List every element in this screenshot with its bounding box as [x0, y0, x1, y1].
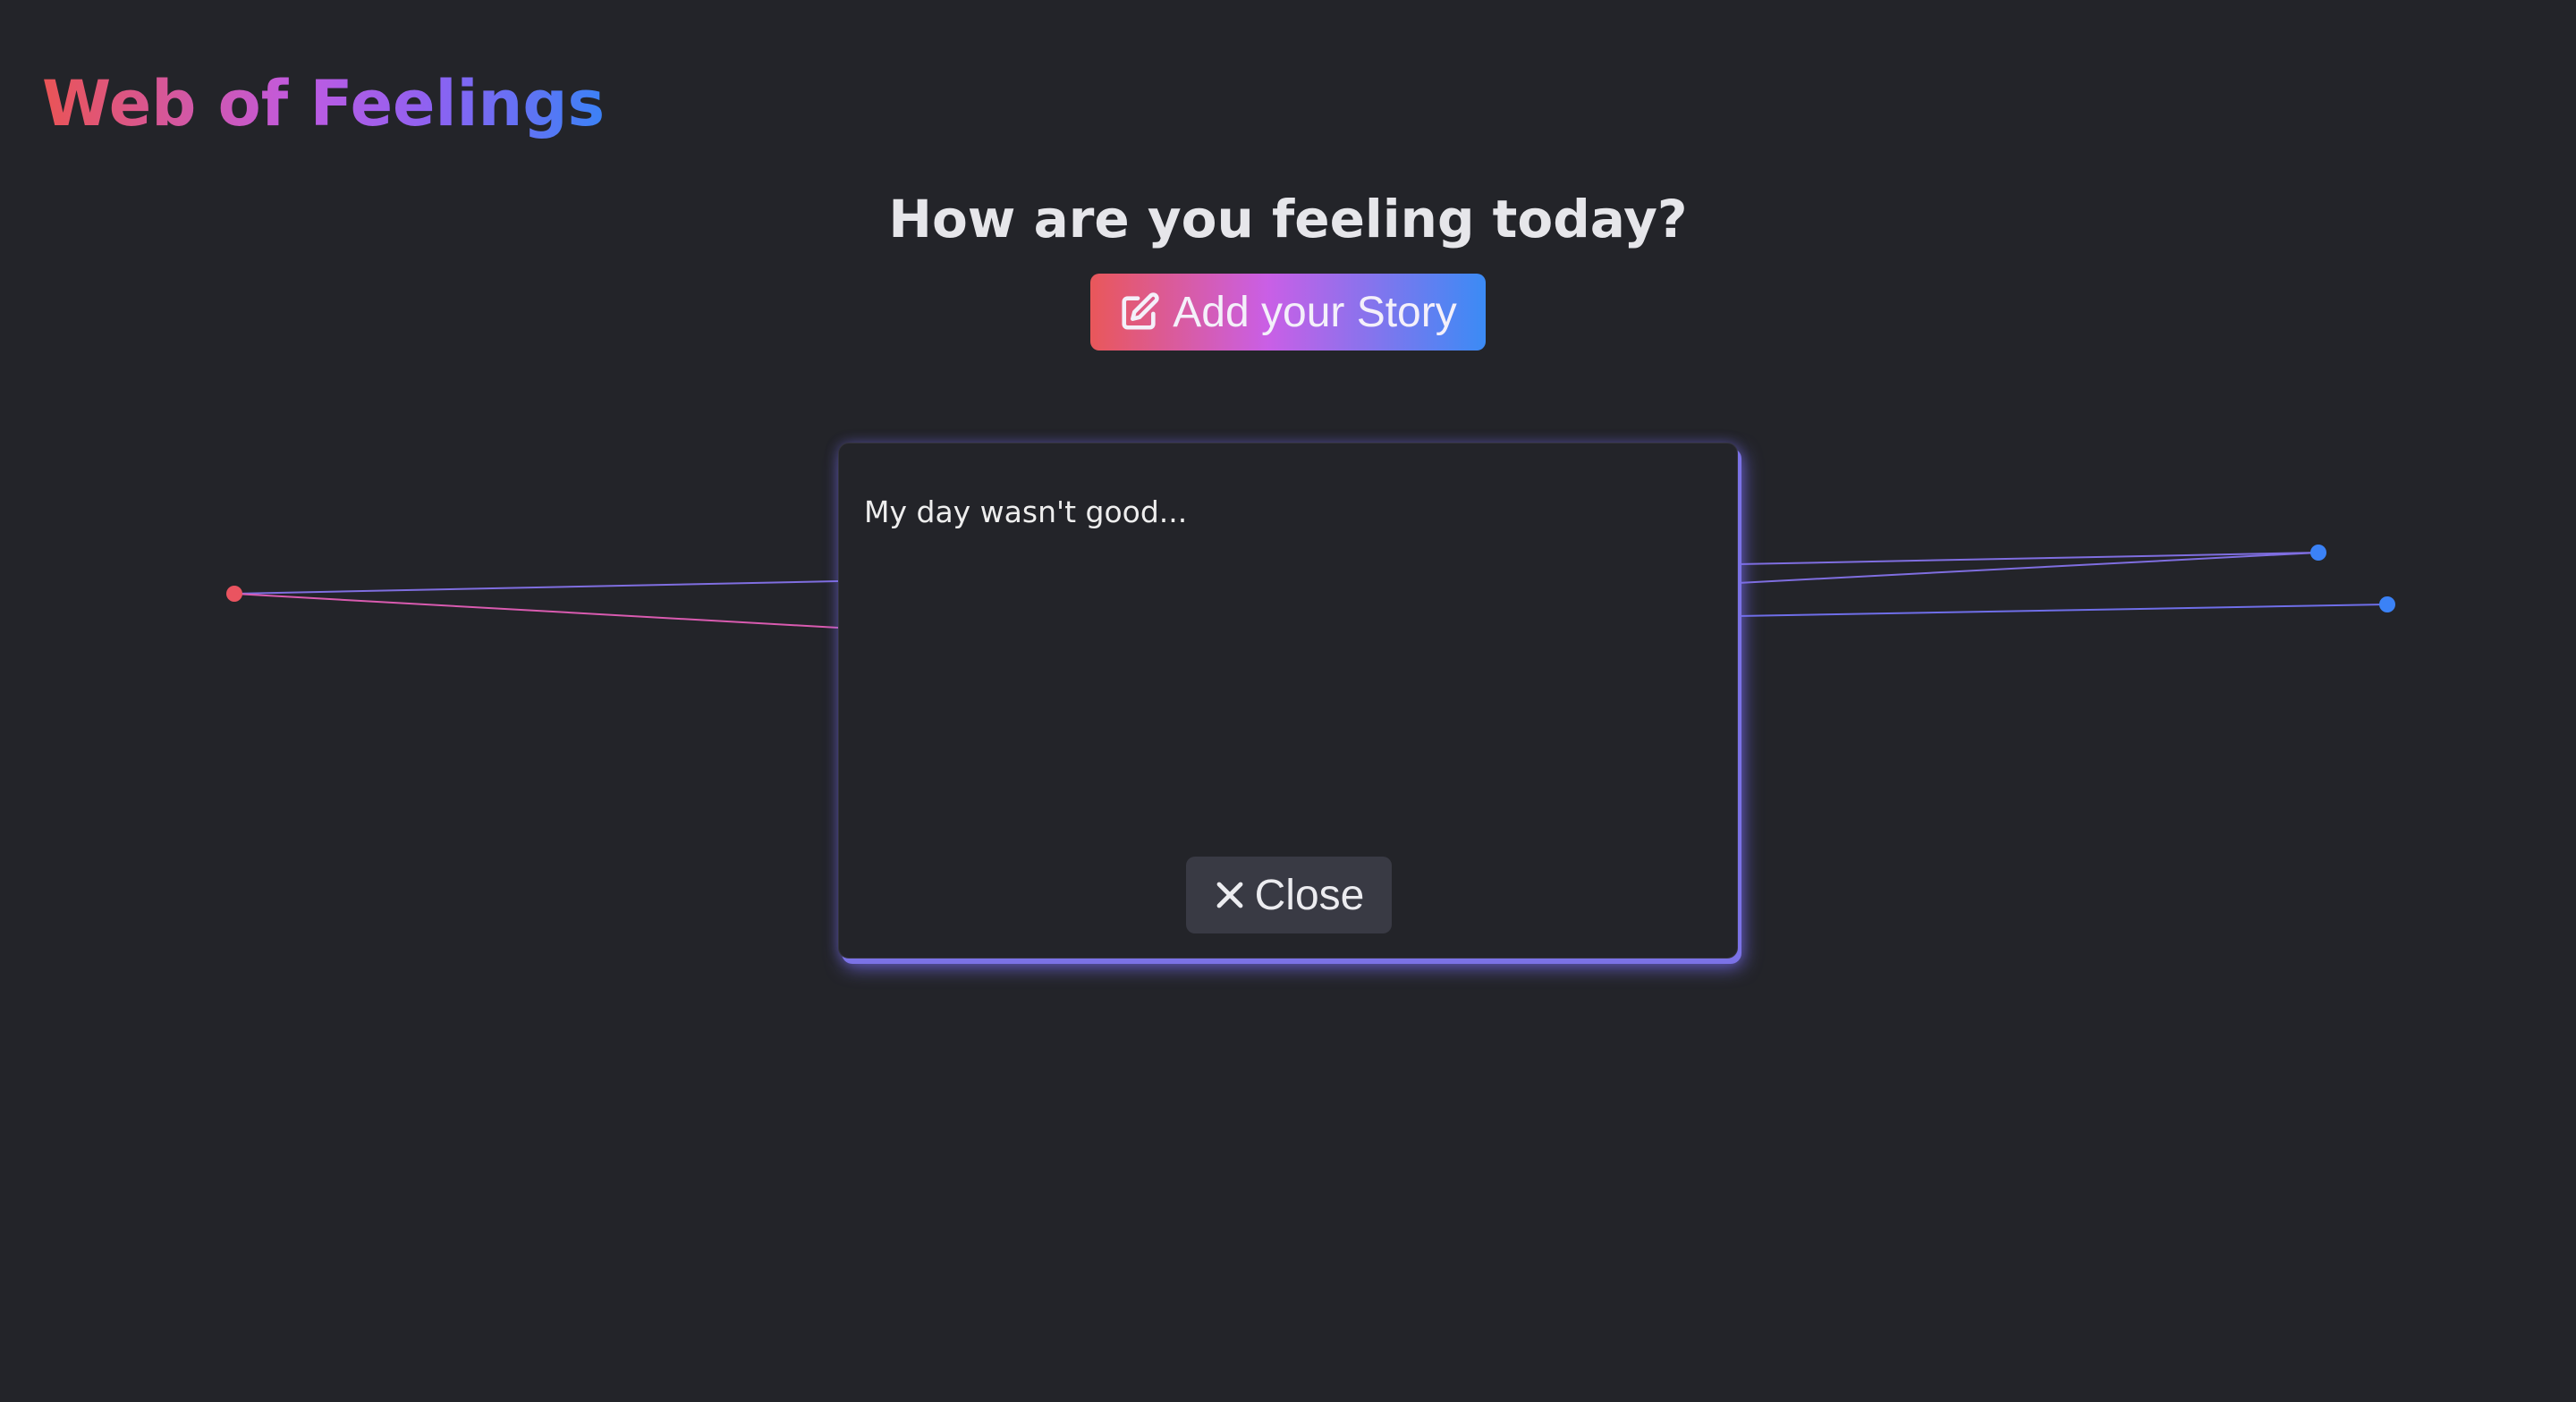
web-link [233, 593, 839, 629]
close-button[interactable]: Close [1186, 857, 1392, 933]
feeling-node[interactable] [226, 586, 242, 602]
web-link [233, 580, 839, 595]
close-icon [1214, 879, 1246, 911]
story-text: My day wasn't good... [864, 494, 1188, 529]
feeling-node[interactable] [2310, 545, 2326, 561]
web-link [1737, 552, 2319, 565]
close-label: Close [1254, 871, 1365, 919]
web-link [1737, 552, 2319, 584]
page: Web of Feelings How are you feeling toda… [0, 0, 2576, 1402]
story-modal: My day wasn't good... Close [838, 443, 1738, 959]
feeling-node[interactable] [2379, 596, 2395, 612]
web-link [1737, 604, 2388, 617]
